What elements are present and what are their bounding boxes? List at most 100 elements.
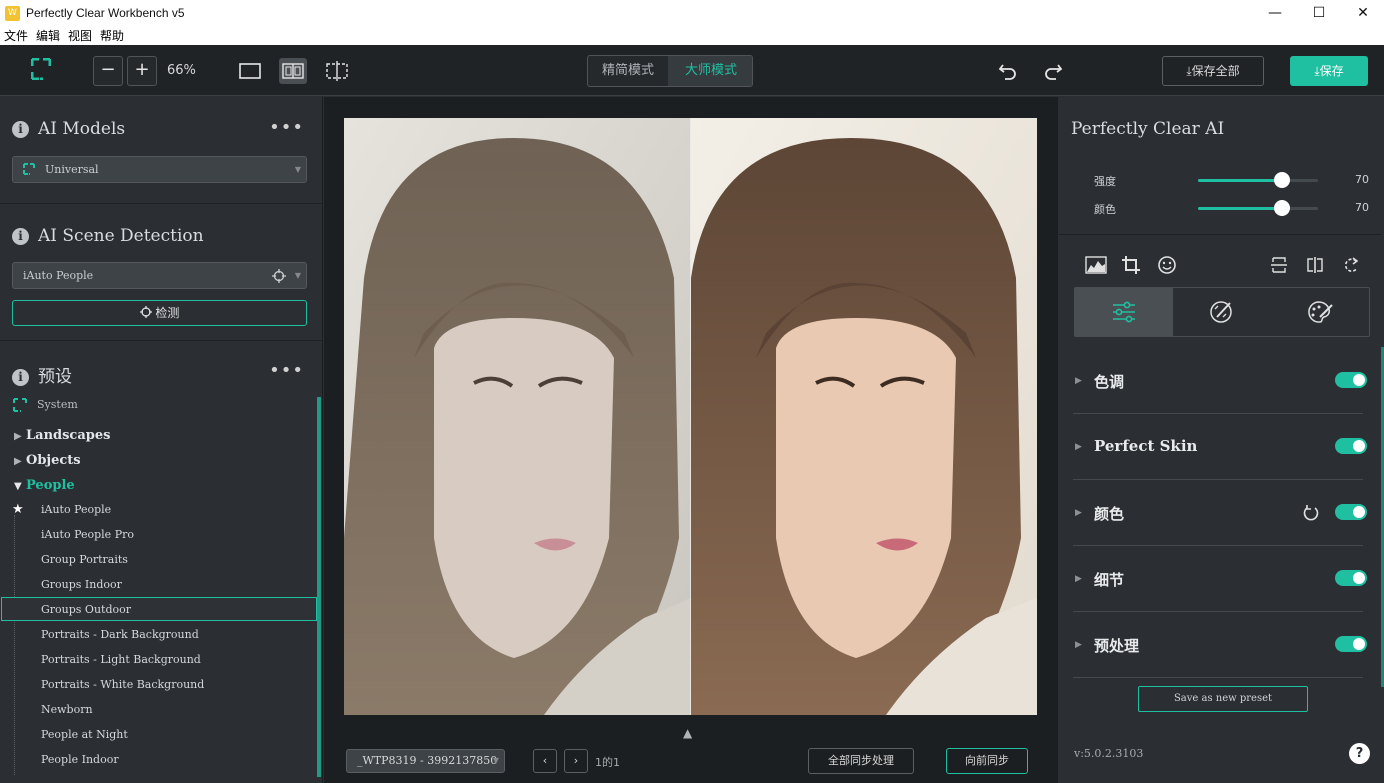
- adjustment-perfect-skin[interactable]: ▶ Perfect Skin: [1073, 414, 1367, 480]
- caret-right-icon: ▶: [14, 431, 22, 442]
- sync-all-button[interactable]: 全部同步处理: [808, 748, 914, 774]
- ai-models-title: AI Models: [38, 119, 126, 139]
- slider-knob[interactable]: [1274, 200, 1290, 216]
- caret-right-icon: ▶: [1075, 508, 1082, 518]
- detect-button[interactable]: 检测: [12, 300, 307, 326]
- menu-view[interactable]: 视图: [64, 28, 96, 44]
- preset-item-selected[interactable]: Groups Outdoor: [41, 603, 131, 616]
- caret-right-icon: ▶: [1075, 640, 1082, 650]
- menu-file[interactable]: 文件: [0, 28, 32, 44]
- info-icon[interactable]: i: [12, 228, 29, 245]
- perfect-skin-toggle[interactable]: [1335, 438, 1367, 454]
- creative-brush-icon: [1210, 301, 1232, 323]
- color-value: 70: [1355, 201, 1369, 214]
- prev-image-button[interactable]: ‹: [533, 749, 557, 773]
- detail-toggle[interactable]: [1335, 570, 1367, 586]
- flip-vertical-icon[interactable]: [1270, 256, 1288, 274]
- slider-fill: [1198, 179, 1282, 182]
- save-label: 保存: [1319, 64, 1344, 78]
- adjustment-name: 颜色: [1094, 505, 1125, 523]
- star-icon[interactable]: ★: [12, 502, 24, 517]
- info-icon[interactable]: i: [12, 369, 29, 386]
- crosshair-icon: [139, 306, 152, 318]
- undo-icon[interactable]: [997, 59, 1019, 86]
- menu-help[interactable]: 帮助: [96, 28, 128, 44]
- sliders-icon: [1113, 301, 1135, 323]
- preset-item[interactable]: Group Portraits: [41, 553, 128, 566]
- window-title: Perfectly Clear Workbench v5: [26, 6, 185, 20]
- single-view-icon[interactable]: [236, 58, 264, 84]
- chevron-right-icon: ›: [573, 754, 579, 767]
- preset-item[interactable]: iAuto People Pro: [41, 528, 134, 541]
- save-as-new-preset-button[interactable]: Save as new preset: [1138, 686, 1308, 712]
- split-view-icon[interactable]: [279, 58, 307, 84]
- close-button[interactable]: ✕: [1340, 0, 1384, 28]
- preset-item[interactable]: Portraits - Dark Background: [41, 628, 199, 641]
- compare-view-icon[interactable]: [323, 58, 351, 84]
- category-label: Objects: [26, 453, 81, 468]
- preset-item[interactable]: Groups Indoor: [41, 578, 122, 591]
- image-canvas: ▲ _WTP8319 - 3992137850 ▼ ‹ › 1的1 全部同步处理…: [324, 97, 1058, 783]
- adjustment-preprocess[interactable]: ▶ 预处理: [1073, 612, 1367, 678]
- chevron-down-icon: ▼: [294, 271, 301, 280]
- tone-toggle[interactable]: [1335, 372, 1367, 388]
- menu-bar: 文件 编辑 视图 帮助: [0, 28, 1384, 45]
- filmstrip-toggle-icon[interactable]: ▲: [683, 726, 692, 740]
- ai-model-select[interactable]: Universal ▼: [12, 156, 307, 183]
- sync-forward-button[interactable]: 向前同步: [946, 748, 1028, 774]
- category-landscapes[interactable]: ▶ Landscapes: [14, 428, 110, 443]
- adjustment-tone[interactable]: ▶ 色调: [1073, 348, 1367, 414]
- preset-item[interactable]: People at Night: [41, 728, 128, 741]
- preset-item[interactable]: People Indoor: [41, 753, 119, 766]
- adjustment-name: 细节: [1094, 571, 1125, 589]
- zoom-in-button[interactable]: +: [127, 56, 157, 86]
- minimize-button[interactable]: —: [1252, 0, 1298, 28]
- tab-creative[interactable]: [1173, 288, 1271, 336]
- strength-slider[interactable]: [1198, 172, 1318, 188]
- redo-icon[interactable]: [1042, 59, 1064, 86]
- mode-master-tab[interactable]: 大师模式: [668, 56, 752, 86]
- category-people[interactable]: ▼ People: [14, 478, 75, 493]
- app-logo-icon[interactable]: [31, 58, 51, 80]
- preset-item[interactable]: Portraits - Light Background: [41, 653, 201, 666]
- split-divider[interactable]: [690, 118, 691, 715]
- next-image-button[interactable]: ›: [564, 749, 588, 773]
- save-button[interactable]: ⤓保存: [1290, 56, 1368, 86]
- color-toggle[interactable]: [1335, 504, 1367, 520]
- more-options-icon[interactable]: •••: [269, 360, 304, 381]
- color-slider[interactable]: [1198, 200, 1318, 216]
- zoom-out-button[interactable]: −: [93, 56, 123, 86]
- preset-item[interactable]: Newborn: [41, 703, 93, 716]
- tab-palette[interactable]: [1271, 288, 1369, 336]
- mode-simple-tab[interactable]: 精简模式: [588, 56, 668, 86]
- help-icon[interactable]: ?: [1349, 743, 1370, 764]
- category-objects[interactable]: ▶ Objects: [14, 453, 81, 468]
- rotate-icon[interactable]: [1342, 256, 1360, 274]
- flip-horizontal-icon[interactable]: [1306, 256, 1324, 274]
- face-icon[interactable]: [1157, 255, 1177, 275]
- scene-select[interactable]: iAuto People ▼: [12, 262, 307, 289]
- slider-knob[interactable]: [1274, 172, 1290, 188]
- reset-icon[interactable]: [1302, 504, 1320, 522]
- save-all-button[interactable]: ⤓保存全部: [1162, 56, 1264, 86]
- preset-item[interactable]: Portraits - White Background: [41, 678, 204, 691]
- more-options-icon[interactable]: •••: [269, 117, 304, 138]
- tab-adjustments[interactable]: [1075, 288, 1173, 336]
- before-after-preview[interactable]: [344, 118, 1037, 715]
- adjustment-color[interactable]: ▶ 颜色: [1073, 480, 1367, 546]
- histogram-icon[interactable]: [1085, 256, 1107, 274]
- adjustment-detail[interactable]: ▶ 细节: [1073, 546, 1367, 612]
- crop-icon[interactable]: [1121, 255, 1141, 275]
- info-icon[interactable]: i: [12, 121, 29, 138]
- presets-title: 预设: [38, 367, 72, 387]
- system-preset-group[interactable]: System: [37, 398, 78, 411]
- menu-edit[interactable]: 编辑: [32, 28, 64, 44]
- preprocess-toggle[interactable]: [1335, 636, 1367, 652]
- crosshair-icon: [272, 269, 286, 283]
- file-name: _WTP8319 - 3992137850: [357, 754, 498, 767]
- file-select[interactable]: _WTP8319 - 3992137850 ▼: [346, 749, 505, 773]
- scene-detection-heading: i AI Scene Detection: [12, 226, 204, 246]
- maximize-button[interactable]: ☐: [1296, 0, 1342, 28]
- preset-scrollbar[interactable]: [317, 397, 321, 777]
- preset-item[interactable]: iAuto People: [41, 503, 111, 516]
